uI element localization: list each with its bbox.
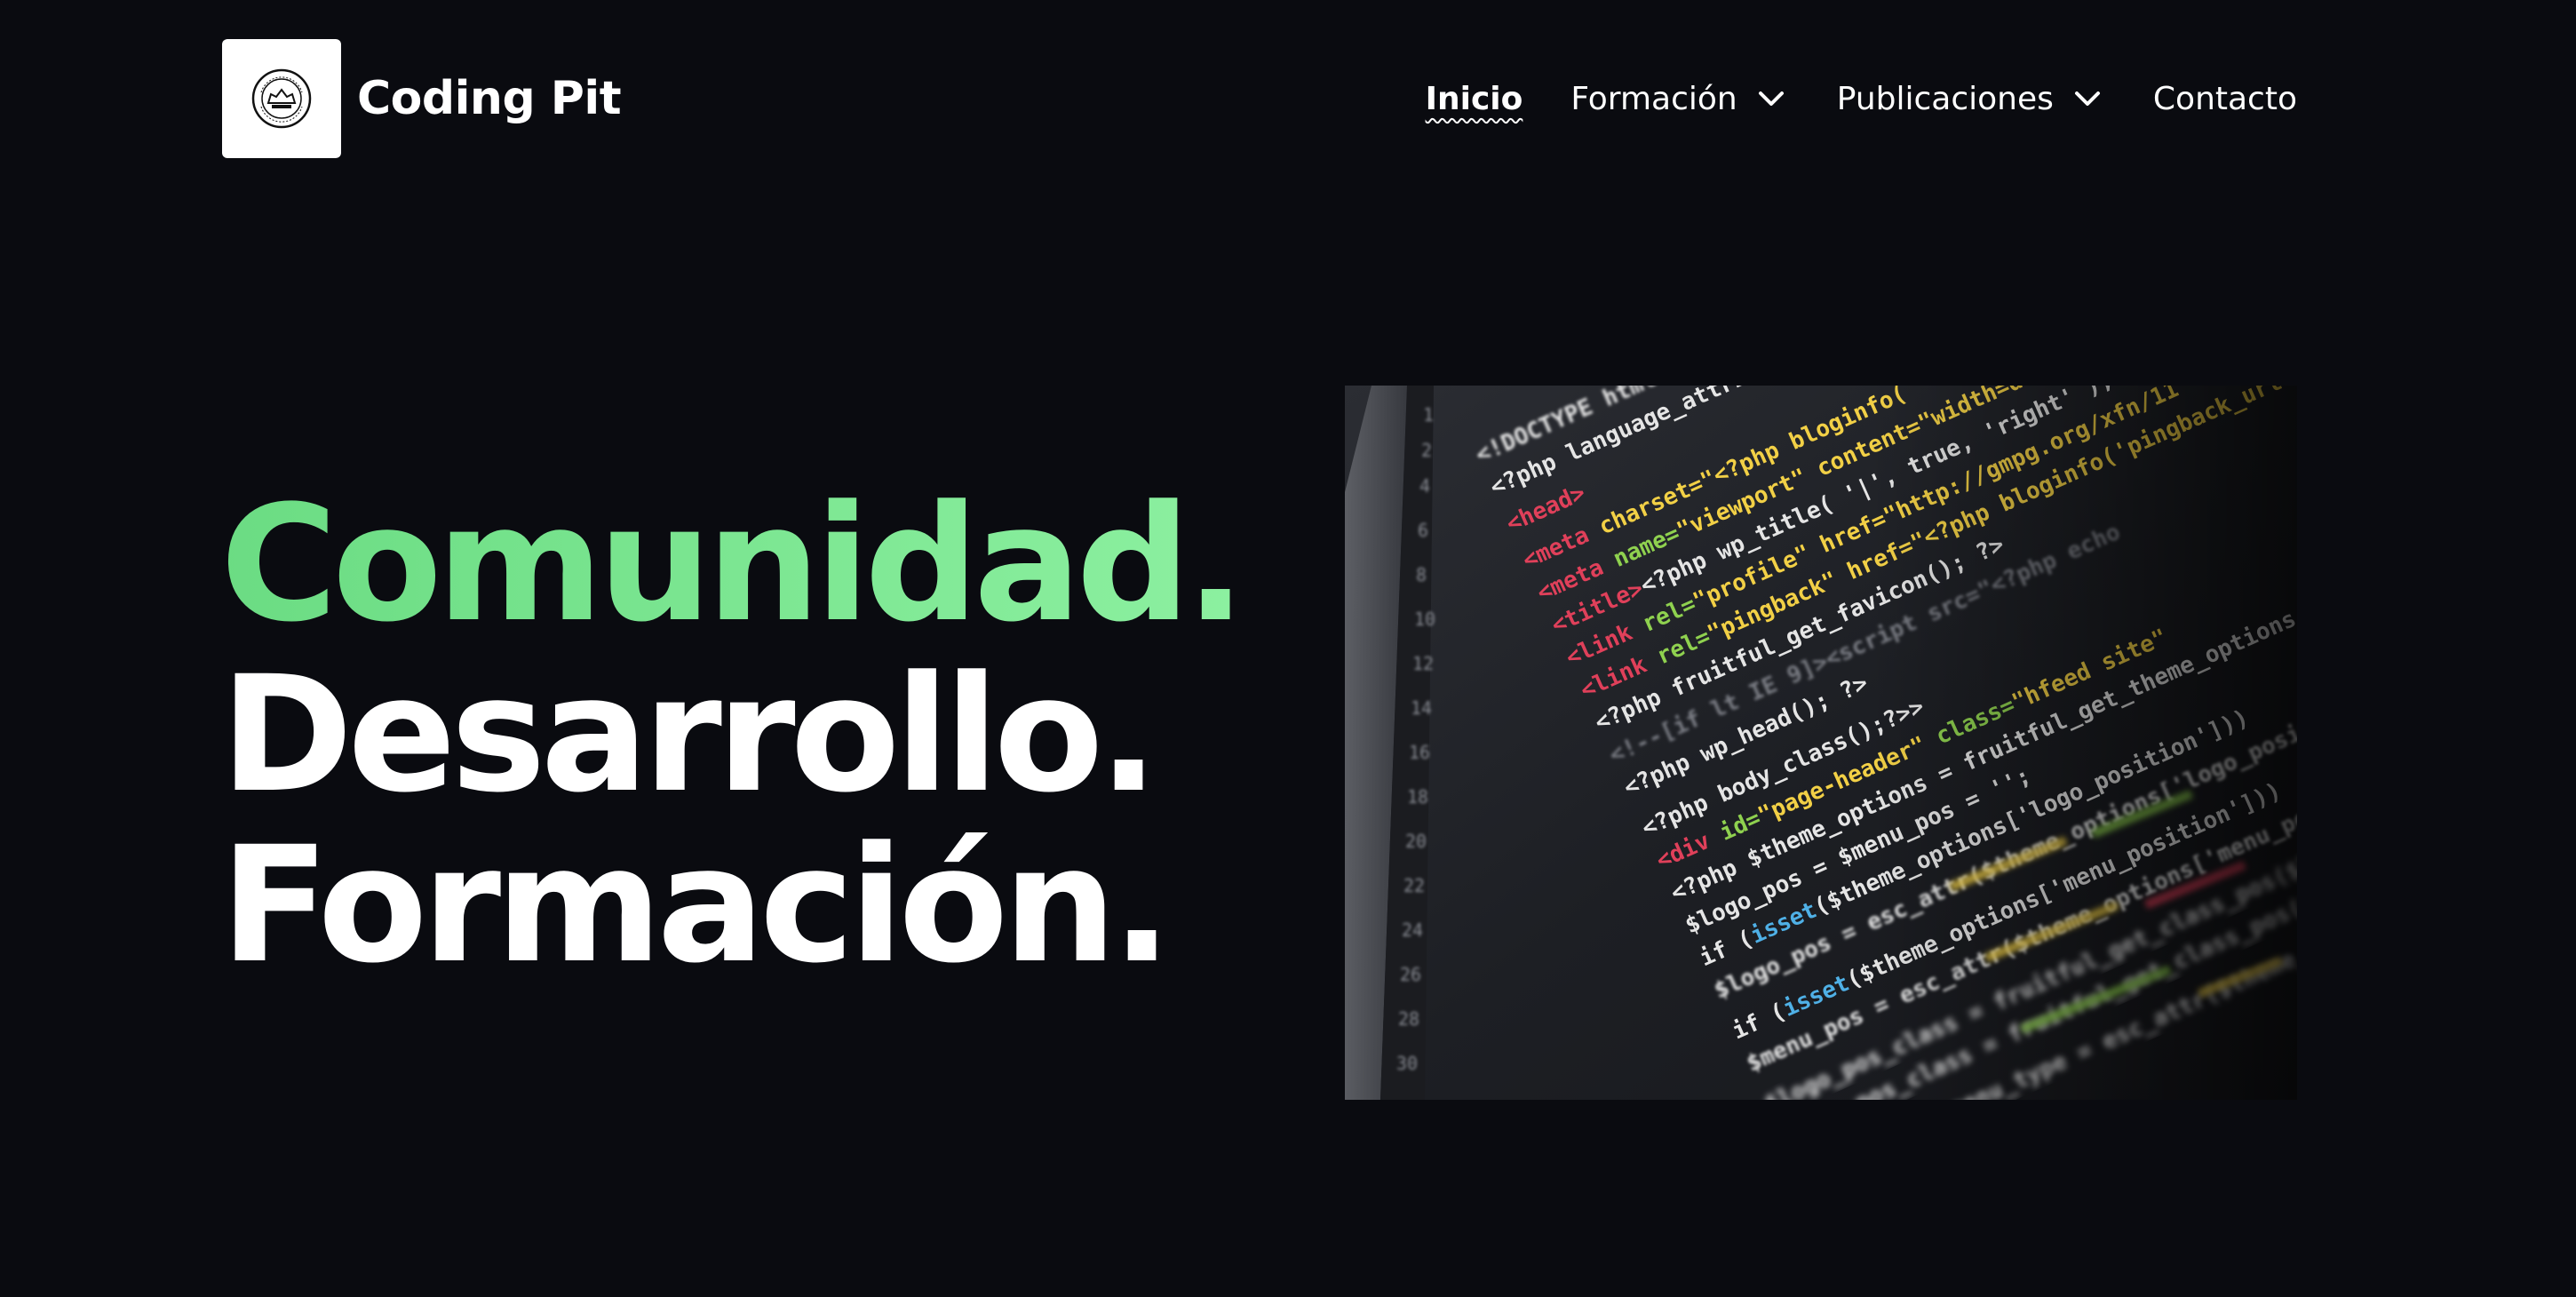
main-nav: Inicio Formación Publicaciones Contacto — [1426, 81, 2297, 117]
coding-pit-seal-icon — [251, 68, 312, 129]
nav-item-label: Publicaciones — [1836, 80, 2054, 117]
nav-item-label: Formación — [1570, 80, 1737, 117]
nav-item-contacto[interactable]: Contacto — [2153, 81, 2297, 117]
site-logo[interactable] — [222, 39, 341, 158]
site-title[interactable]: Coding Pit — [357, 72, 622, 125]
nav-item-formacion[interactable]: Formación — [1570, 81, 1788, 117]
code-screenshot-image: 124 6810 121416 182022 242628 30 <!DOCTY… — [1345, 386, 2297, 1100]
nav-item-label: Contacto — [2152, 80, 2297, 117]
hero-heading: Comunidad. Desarrollo. Formación. — [220, 472, 1246, 999]
chevron-down-icon[interactable] — [1753, 81, 1789, 116]
hero-line-comunidad: Comunidad. — [220, 472, 1246, 657]
nav-item-label: Inicio — [1425, 80, 1523, 117]
code-image-art: 124 6810 121416 182022 242628 30 <!DOCTY… — [1345, 386, 2297, 1100]
chevron-down-icon[interactable] — [2070, 81, 2105, 116]
hero-line-formacion: Formación. — [220, 813, 1173, 999]
brand-link[interactable]: Coding Pit — [222, 39, 622, 158]
nav-item-inicio[interactable]: Inicio — [1426, 81, 1523, 117]
site-header: Coding Pit Inicio Formación Publicacione… — [222, 39, 2297, 158]
nav-item-publicaciones[interactable]: Publicaciones — [1837, 81, 2105, 117]
hero-line-desarrollo: Desarrollo. — [220, 642, 1159, 828]
page: Coding Pit Inicio Formación Publicacione… — [0, 0, 2576, 1297]
